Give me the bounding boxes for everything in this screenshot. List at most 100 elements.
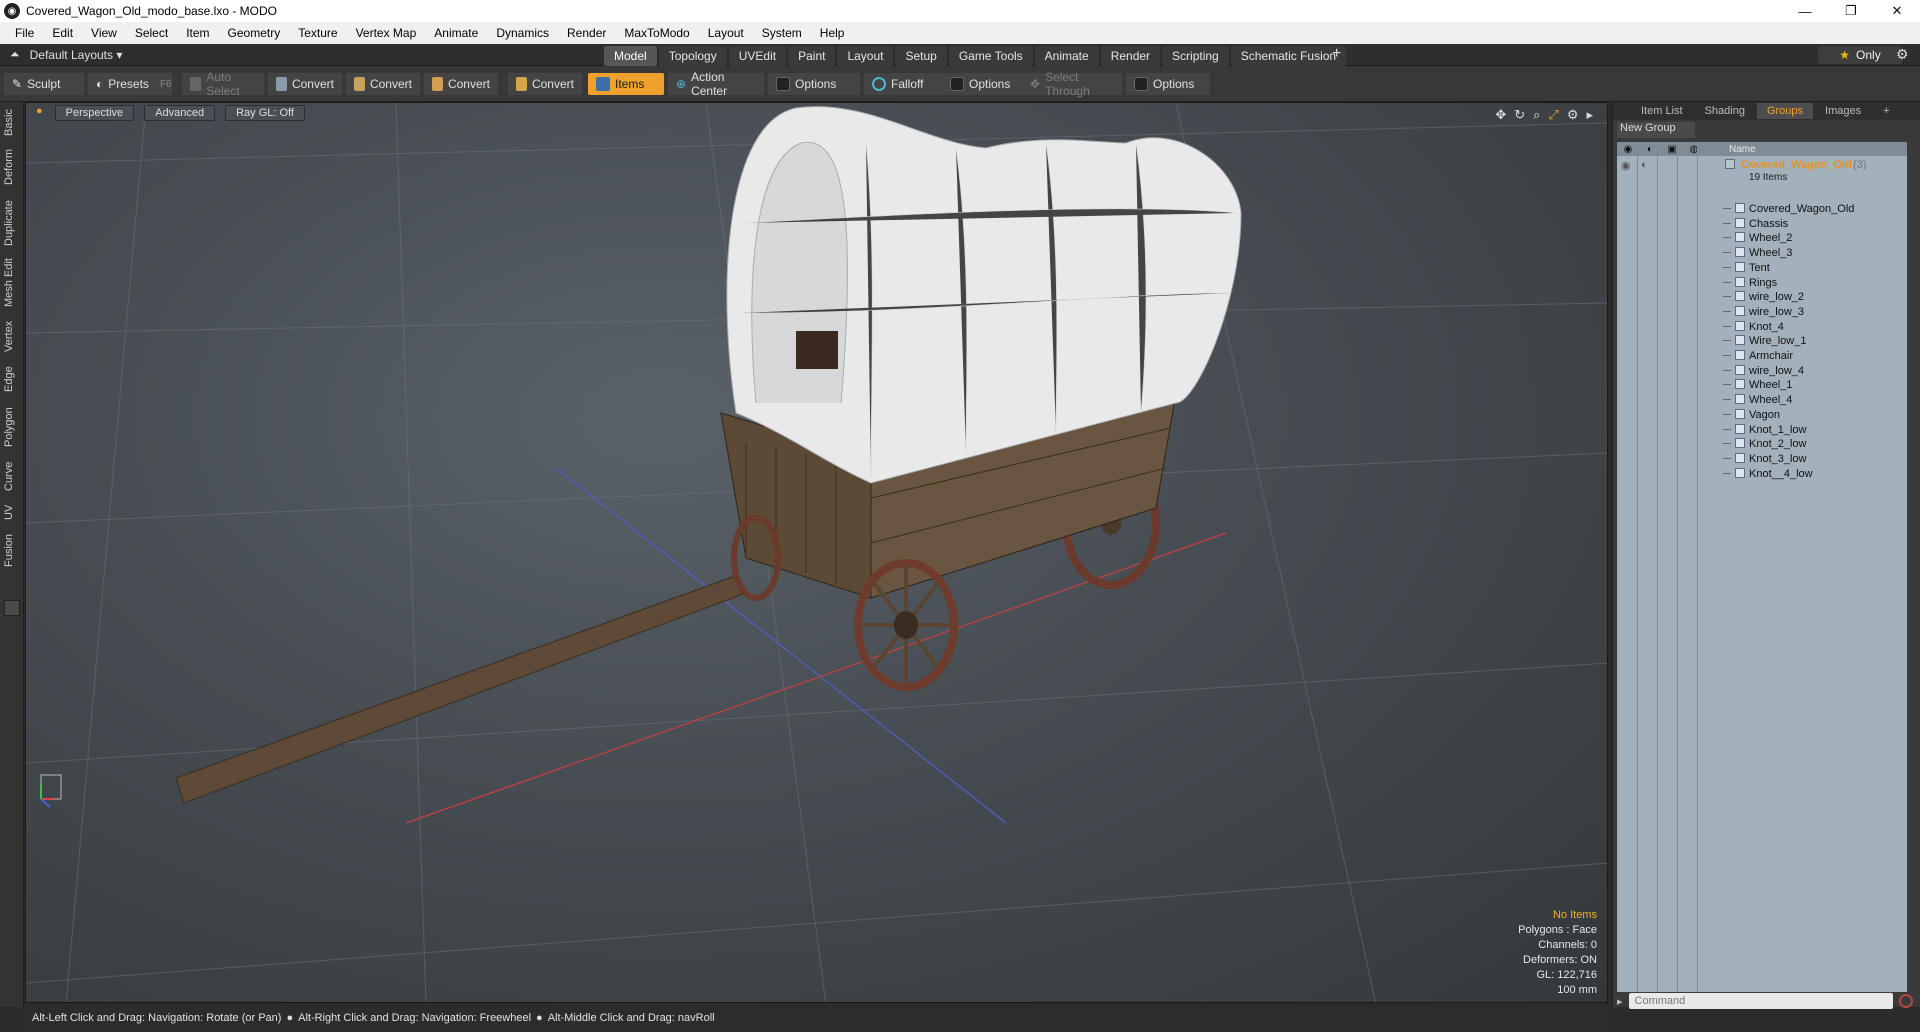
menu-edit[interactable]: Edit xyxy=(43,26,82,40)
tab-animate[interactable]: Animate xyxy=(1034,46,1099,66)
tab-images[interactable]: Images xyxy=(1815,103,1871,119)
close-button[interactable]: ✕ xyxy=(1874,0,1920,22)
menu-texture[interactable]: Texture xyxy=(289,26,346,40)
falloff-options-button[interactable]: Options xyxy=(942,73,1022,95)
tab-deform[interactable]: Deform xyxy=(3,146,21,188)
mesh-icon xyxy=(1735,247,1745,258)
tab-model[interactable]: Model xyxy=(604,46,657,66)
panel-toggle-button[interactable] xyxy=(4,600,20,616)
menu-layout[interactable]: Layout xyxy=(699,26,753,40)
menu-maxtomodo[interactable]: MaxToModo xyxy=(615,26,698,40)
convert-materials-button[interactable]: Convert xyxy=(508,73,582,95)
bullet-icon: ● xyxy=(286,1012,294,1024)
minimize-button[interactable]: — xyxy=(1782,0,1828,22)
eye-icon[interactable]: ◉ xyxy=(1621,159,1631,172)
viewport-menu-icon[interactable]: ● xyxy=(34,105,45,121)
only-toggle[interactable]: ★ Only xyxy=(1818,46,1902,64)
lock-column-icon[interactable]: ▣ xyxy=(1661,144,1683,155)
convert-vertices-button[interactable]: Convert xyxy=(268,73,342,95)
convert-edges-button[interactable]: Convert xyxy=(346,73,420,95)
tab-uv[interactable]: UV xyxy=(3,500,21,524)
tab-item-list[interactable]: Item List xyxy=(1631,103,1693,119)
tab-vertex[interactable]: Vertex xyxy=(3,316,21,356)
items-mode-button[interactable]: Items xyxy=(588,73,664,95)
action-center-label: Action Center xyxy=(691,70,728,98)
tab-topology[interactable]: Topology xyxy=(658,46,727,66)
layout-dropdown[interactable]: Default Layouts ▾ xyxy=(30,48,123,62)
select-through-button[interactable]: ✥ Select Through xyxy=(1022,70,1122,98)
tab-edge[interactable]: Edge xyxy=(3,362,21,396)
expand-arrow-icon[interactable]: ▸ xyxy=(1586,107,1593,123)
tab-schematic-fusion[interactable]: Schematic Fusion xyxy=(1230,46,1347,66)
name-column-header[interactable]: Name xyxy=(1729,144,1756,155)
menu-bar: File Edit View Select Item Geometry Text… xyxy=(0,22,1920,44)
mesh-icon xyxy=(1735,394,1745,405)
new-group-button[interactable]: New Group xyxy=(1617,122,1695,138)
pan-icon[interactable]: ✥ xyxy=(1495,107,1506,123)
tab-basic[interactable]: Basic xyxy=(3,106,21,140)
tab-curve[interactable]: Curve xyxy=(3,458,21,494)
3d-viewport[interactable]: ● Perspective Advanced Ray GL: Off ✥ ↻ ⌕… xyxy=(25,102,1608,1003)
zoom-icon[interactable]: ⌕ xyxy=(1533,107,1540,123)
menu-render[interactable]: Render xyxy=(558,26,615,40)
tab-fusion[interactable]: Fusion xyxy=(3,530,21,570)
tab-groups[interactable]: Groups xyxy=(1756,103,1814,119)
rotate-icon[interactable]: ↻ xyxy=(1514,107,1525,123)
raygl-button[interactable]: Ray GL: Off xyxy=(225,105,305,121)
tree-branch xyxy=(1723,384,1731,386)
command-input[interactable]: Command xyxy=(1628,993,1893,1009)
menu-system[interactable]: System xyxy=(753,26,811,40)
convert-polygons-button[interactable]: Convert xyxy=(424,73,498,95)
action-center-button[interactable]: ⊕ Action Center xyxy=(668,70,764,98)
tab-uvedit[interactable]: UVEdit xyxy=(728,46,787,66)
tab-duplicate[interactable]: Duplicate xyxy=(3,196,21,250)
options-checkbox-icon xyxy=(950,77,964,91)
list-item[interactable]: Knot__4_low xyxy=(1617,465,1907,483)
tab-render[interactable]: Render xyxy=(1100,46,1161,66)
axis-gizmo xyxy=(40,774,62,808)
menu-geometry[interactable]: Geometry xyxy=(219,26,290,40)
maximize-viewport-icon[interactable]: ⤢ xyxy=(1548,107,1558,123)
presets-button[interactable]: ◐ Presets F6 xyxy=(88,73,172,95)
menu-animate[interactable]: Animate xyxy=(425,26,487,40)
view-type-button[interactable]: Perspective xyxy=(54,105,135,121)
menu-file[interactable]: File xyxy=(6,26,43,40)
menu-view[interactable]: View xyxy=(82,26,126,40)
tab-scripting[interactable]: Scripting xyxy=(1162,46,1229,66)
select-column-icon[interactable]: ◍ xyxy=(1683,144,1705,155)
tab-mesh-edit[interactable]: Mesh Edit xyxy=(3,256,21,310)
menu-dynamics[interactable]: Dynamics xyxy=(487,26,558,40)
sculpt-button[interactable]: ✎ Sculpt xyxy=(4,73,84,95)
viewport-nav-icons: ✥ ↻ ⌕ ⤢ ⚙ ▸ xyxy=(1495,107,1593,123)
tool-bar: ✎ Sculpt ◐ Presets F6 Auto Select Conver… xyxy=(0,66,1920,102)
render-icon[interactable]: ◐ xyxy=(1641,159,1648,171)
falloff-button[interactable]: Falloff xyxy=(864,73,946,95)
window-title: Covered_Wagon_Old_modo_base.lxo - MODO xyxy=(26,4,278,18)
shading-mode-button[interactable]: Advanced xyxy=(144,105,216,121)
add-tab-button[interactable]: + xyxy=(1332,45,1341,63)
tab-polygon[interactable]: Polygon xyxy=(3,402,21,452)
visibility-column-icon[interactable]: ◉ xyxy=(1617,144,1639,155)
mesh-icon xyxy=(1735,320,1745,331)
layout-selector[interactable]: ⏶ Default Layouts ▾ xyxy=(10,47,122,62)
auto-select-button[interactable]: Auto Select xyxy=(182,70,264,98)
command-history-icon[interactable]: ▸ xyxy=(1617,995,1623,1008)
add-panel-tab-button[interactable]: + xyxy=(1873,103,1899,119)
gear-icon[interactable]: ⚙ xyxy=(1896,46,1909,63)
tab-setup[interactable]: Setup xyxy=(895,46,947,66)
menu-item[interactable]: Item xyxy=(177,26,218,40)
menu-select[interactable]: Select xyxy=(126,26,177,40)
menu-vertex-map[interactable]: Vertex Map xyxy=(347,26,426,40)
viewport-settings-icon[interactable]: ⚙ xyxy=(1567,107,1579,123)
item-label: Knot_3_low xyxy=(1749,452,1807,465)
action-center-options-button[interactable]: Options xyxy=(768,73,860,95)
tab-paint[interactable]: Paint xyxy=(788,46,836,66)
select-through-options-button[interactable]: Options xyxy=(1126,73,1210,95)
tab-layout[interactable]: Layout xyxy=(837,46,894,66)
tab-game-tools[interactable]: Game Tools xyxy=(948,46,1033,66)
maximize-button[interactable]: ❐ xyxy=(1828,0,1874,22)
tab-shading[interactable]: Shading xyxy=(1695,103,1755,119)
collapse-icon[interactable]: ⏶ xyxy=(10,47,20,62)
record-macro-icon[interactable] xyxy=(1898,994,1913,1008)
menu-help[interactable]: Help xyxy=(811,26,854,40)
